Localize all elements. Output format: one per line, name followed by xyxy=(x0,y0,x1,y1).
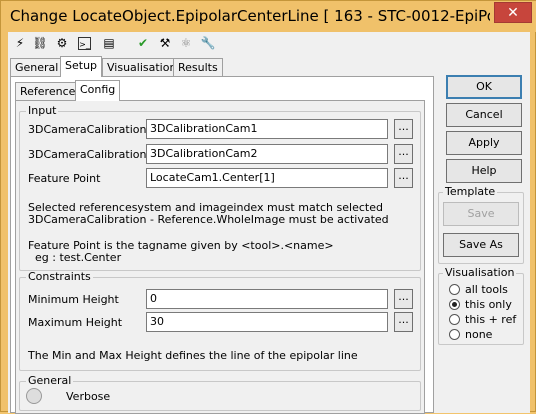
input-group: Input 3DCameraCalibration1 3DCalibration… xyxy=(19,105,421,271)
gear-icon[interactable]: ⚙ xyxy=(54,35,70,51)
tab-general[interactable]: General xyxy=(10,58,64,77)
template-save-button[interactable]: Save xyxy=(443,202,519,226)
tab-setup[interactable]: Setup xyxy=(60,56,103,77)
console-icon[interactable]: >_ xyxy=(78,37,91,50)
input-group-label: Input xyxy=(26,104,59,117)
close-icon: ✕ xyxy=(507,5,519,21)
radio-button-icon xyxy=(449,284,460,295)
dialog-window: Change LocateObject.EpipolarCenterLine [… xyxy=(0,0,536,414)
camera-calibration-2-label: 3DCameraCalibration2 xyxy=(28,148,154,161)
radio-all-tools[interactable]: all tools xyxy=(449,283,508,296)
radio-this-plus-ref-label: this + ref xyxy=(465,313,517,326)
tab-results[interactable]: Results xyxy=(173,58,223,77)
minimum-height-label: Minimum Height xyxy=(28,293,119,306)
verbose-label: Verbose xyxy=(66,390,111,403)
radio-this-only[interactable]: this only xyxy=(449,298,512,311)
template-group-label: Template xyxy=(443,185,498,198)
feature-point-input[interactable]: LocateCam1.Center[1] xyxy=(146,168,388,188)
close-button[interactable]: ✕ xyxy=(494,2,532,23)
network-icon[interactable]: ⚛ xyxy=(178,35,194,51)
maximum-height-browse-button[interactable]: ... xyxy=(394,312,413,332)
title-bar[interactable]: Change LocateObject.EpipolarCenterLine [… xyxy=(1,1,536,32)
template-group: Template Save Save As xyxy=(438,186,524,264)
maximum-height-input[interactable]: 30 xyxy=(146,312,388,332)
radio-button-icon xyxy=(449,314,460,325)
feature-note-line-2: eg : test.Center xyxy=(28,251,122,264)
general-group-label: General xyxy=(26,374,74,387)
feature-point-label: Feature Point xyxy=(28,172,101,185)
camera-calibration-2-input[interactable]: 3DCalibrationCam2 xyxy=(146,144,388,164)
constraints-group-label: Constraints xyxy=(26,270,93,283)
client-area: ⚡ ⛓ ⚙ >_ ▤ ✔ ⚒ ⚛ 🔧 General Setup Visuali… xyxy=(8,32,530,414)
maximum-height-label: Maximum Height xyxy=(28,316,123,329)
camera-calibration-1-browse-button[interactable]: ... xyxy=(394,119,413,139)
feature-point-browse-button[interactable]: ... xyxy=(394,168,413,188)
tab-visualisation[interactable]: Visualisation xyxy=(102,58,182,77)
template-save-as-button[interactable]: Save As xyxy=(443,233,519,257)
tool-icon[interactable]: ⚒ xyxy=(157,35,173,51)
wrench-icon[interactable]: 🔧 xyxy=(200,35,216,51)
apply-button[interactable]: Apply xyxy=(446,131,522,155)
ok-button[interactable]: OK xyxy=(446,75,522,99)
window-title: Change LocateObject.EpipolarCenterLine [… xyxy=(10,7,490,25)
minimum-height-input[interactable]: 0 xyxy=(146,289,388,309)
config-panel: Input 3DCameraCalibration1 3DCalibration… xyxy=(15,100,425,414)
minimum-height-browse-button[interactable]: ... xyxy=(394,289,413,309)
tab-config[interactable]: Config xyxy=(75,80,121,101)
radio-none[interactable]: none xyxy=(449,328,492,341)
cancel-button[interactable]: Cancel xyxy=(446,103,522,127)
radio-this-only-label: this only xyxy=(465,298,512,311)
tab-reference[interactable]: Reference xyxy=(15,82,81,101)
camera-calibration-1-label: 3DCameraCalibration1 xyxy=(28,123,154,136)
reference-note-line-2: 3DCameraCalibration - Reference.WholeIma… xyxy=(28,213,389,226)
visualisation-group-label: Visualisation xyxy=(443,266,517,279)
radio-button-selected-icon xyxy=(449,299,460,310)
height-note: The Min and Max Height defines the line … xyxy=(28,349,358,362)
constraints-group: Constraints Minimum Height 0 ... Maximum… xyxy=(19,271,421,371)
visualisation-group: Visualisation all tools this only this +… xyxy=(438,267,524,345)
radio-this-plus-ref[interactable]: this + ref xyxy=(449,313,516,326)
lightning-icon[interactable]: ⚡ xyxy=(12,35,28,51)
general-group: General Verbose xyxy=(19,375,421,411)
check-icon[interactable]: ✔ xyxy=(135,35,151,51)
list-icon[interactable]: ▤ xyxy=(101,35,117,51)
help-button[interactable]: Help xyxy=(446,159,522,183)
toolbar: ⚡ ⛓ ⚙ >_ ▤ ✔ ⚒ ⚛ 🔧 xyxy=(8,32,530,54)
camera-calibration-2-browse-button[interactable]: ... xyxy=(394,144,413,164)
radio-button-icon xyxy=(449,329,460,340)
camera-calibration-1-input[interactable]: 3DCalibrationCam1 xyxy=(146,119,388,139)
radio-all-tools-label: all tools xyxy=(465,283,508,296)
chain-icon[interactable]: ⛓ xyxy=(32,35,48,51)
verbose-toggle[interactable] xyxy=(26,388,42,404)
radio-none-label: none xyxy=(465,328,493,341)
setup-panel: Reference Config Input 3DCameraCalibrati… xyxy=(10,76,434,414)
